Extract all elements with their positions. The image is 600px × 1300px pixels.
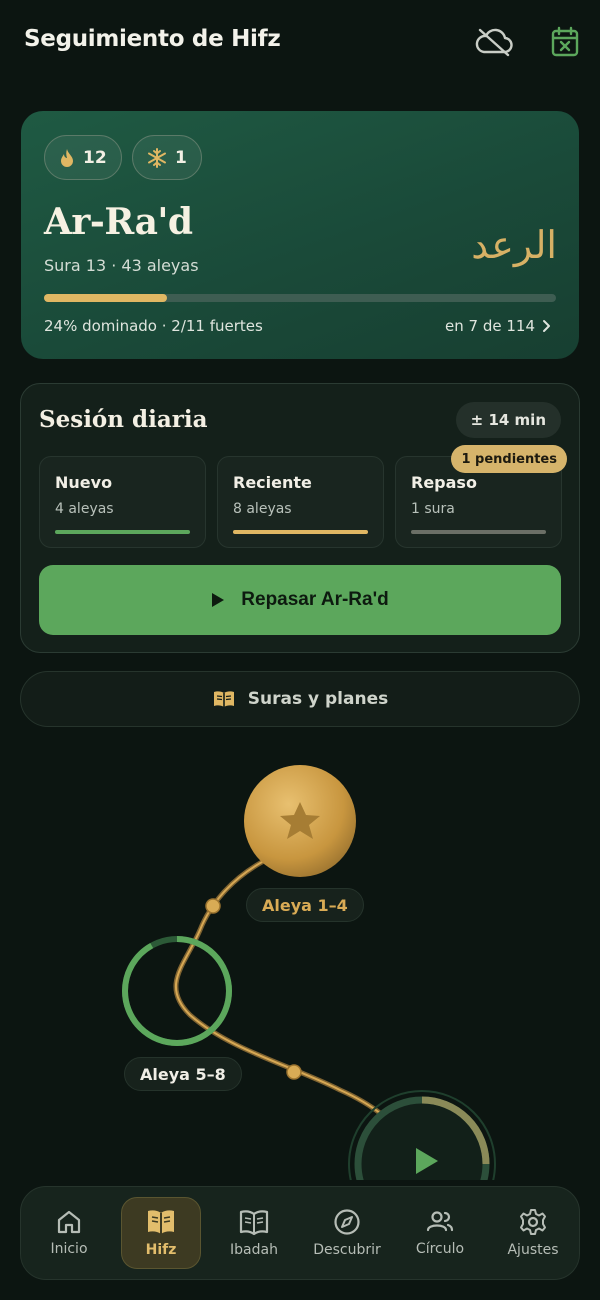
mastery-progress-fill [44,294,167,302]
tile-review[interactable]: 1 pendientes Repaso 1 sura [395,445,567,548]
mastery-stats: 24% dominado · 2/11 fuertes [44,317,263,335]
surahs-and-plans-label: Suras y planes [247,689,389,709]
nav-label: Ibadah [230,1242,278,1258]
hifz-path-map: Aleya 1–4 Aleya 5–8 [0,740,600,1180]
path-waypoint [286,1064,302,1080]
tile-title: Repaso [411,473,477,492]
tile-title: Reciente [233,473,312,492]
node-completed-star[interactable] [244,765,356,877]
people-icon [426,1211,454,1232]
tile-title: Nuevo [55,473,113,492]
pending-badge: 1 pendientes [451,445,567,473]
streak-badge: 12 [44,135,122,180]
tile-subtitle: 4 aleyas [55,501,114,517]
book-open-icon [148,1210,174,1234]
start-review-label: Repasar Ar-Ra'd [241,589,389,610]
nav-item-circulo[interactable]: Círculo [400,1197,480,1269]
freeze-badge: 1 [132,135,202,180]
tile-subtitle: 8 aleyas [233,501,292,517]
calendar-x-icon[interactable] [545,22,585,62]
compass-icon [334,1209,360,1235]
surahs-and-plans-button[interactable]: Suras y planes [20,671,580,727]
tile-progress-bar [411,530,546,534]
open-book-icon [213,691,234,707]
page-title: Seguimiento de Hifz [24,26,281,52]
current-surah-card[interactable]: 12 1 Ar-Ra'd Sura 13 · 43 aleyas الرعد 2… [21,111,579,359]
surah-name: Ar-Ra'd [44,201,193,243]
path-map-graphic [122,765,496,1180]
surah-position-link[interactable]: en 7 de 114 [445,317,551,335]
path-waypoint [205,898,221,914]
node-label-in-progress: Aleya 5–8 [124,1057,242,1091]
tile-progress-bar [55,530,190,534]
surah-meta: Sura 13 · 43 aleyas [44,256,199,275]
tile-progress-bar [233,530,368,534]
freeze-count: 1 [175,147,187,168]
node-label-completed: Aleya 1–4 [246,888,364,922]
snowflake-icon [148,147,166,168]
tile-subtitle: 1 sura [411,501,455,517]
nav-label: Descubrir [313,1242,381,1258]
nav-label: Círculo [415,1241,465,1257]
gear-icon [520,1209,546,1235]
tile-new[interactable]: Nuevo 4 aleyas [39,456,206,548]
streak-count: 12 [83,147,107,168]
play-icon [212,593,225,607]
mastery-progress-bar [44,294,556,302]
nav-item-inicio[interactable]: Inicio [29,1197,109,1269]
surah-position: en 7 de 114 [445,317,535,335]
nav-label: Hifz [145,1242,177,1258]
chevron-right-icon [543,320,550,332]
home-icon [57,1210,81,1234]
start-review-button[interactable]: Repasar Ar-Ra'd [39,565,561,635]
nav-label: Inicio [50,1241,88,1257]
session-duration-badge: ± 14 min [455,402,561,438]
bottom-navigation: Inicio Hifz Ibadah Descubrir Círculo Aju… [20,1186,580,1280]
nav-label: Ajustes [507,1242,559,1258]
tile-recent[interactable]: Reciente 8 aleyas [217,456,384,548]
surah-arabic-name: الرعد [471,223,557,267]
nav-item-descubrir[interactable]: Descubrir [307,1197,387,1269]
quran-book-icon [239,1210,269,1236]
top-bar: Seguimiento de Hifz [0,0,600,84]
session-title: Sesión diaria [39,406,208,433]
cloud-off-icon[interactable] [474,22,514,62]
nav-item-ajustes[interactable]: Ajustes [493,1197,573,1269]
flame-icon [61,148,73,167]
nav-item-hifz[interactable]: Hifz [121,1197,201,1269]
nav-item-ibadah[interactable]: Ibadah [214,1197,294,1269]
daily-session-card: Sesión diaria ± 14 min Nuevo 4 aleyas Re… [20,383,580,653]
